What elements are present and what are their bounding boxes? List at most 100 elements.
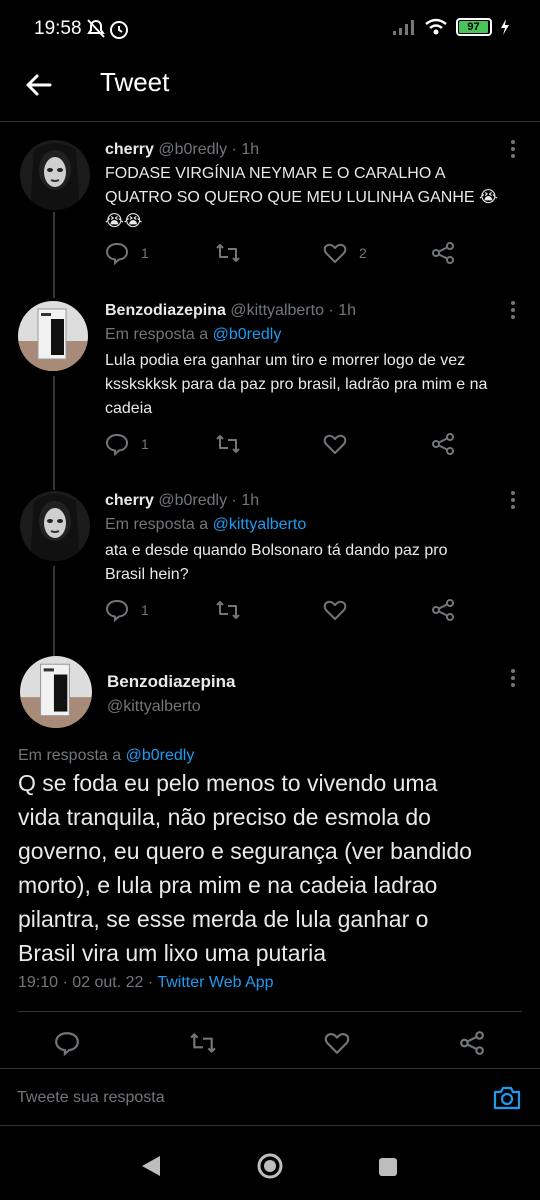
mute-alarm-icon <box>87 19 128 39</box>
tweet-author-handle[interactable]: @kittyalberto <box>230 302 324 319</box>
back-button[interactable] <box>24 70 54 100</box>
retweet-icon <box>216 601 240 619</box>
share-icon <box>432 242 454 264</box>
text-line: Brasil vira um lixo uma putaria <box>18 940 327 966</box>
system-nav-bar <box>0 1126 540 1200</box>
page-title: Tweet <box>100 67 170 97</box>
tweet-source[interactable]: Twitter Web App <box>157 974 273 991</box>
tweet-age: · 1h <box>328 302 356 319</box>
text-line: cadeia <box>105 400 153 417</box>
main-tweet-text: Q se foda eu pelo menos to vivendo uma v… <box>18 766 518 970</box>
reply-context: Em resposta a @kittyalberto <box>105 516 307 533</box>
retweet-icon <box>216 435 240 453</box>
status-right: 97 <box>392 18 510 36</box>
text-line: FODASE VIRGÍNIA NEYMAR E O CARALHO A <box>105 165 446 182</box>
retweet-button[interactable] <box>215 241 241 265</box>
tweet-author-handle[interactable]: @b0redly <box>158 141 227 158</box>
text-line: governo, eu quero e segurança (ver bandi… <box>18 838 472 864</box>
avatar[interactable] <box>20 140 90 210</box>
tweet-age: · 1h <box>231 492 260 509</box>
more-options-icon[interactable] <box>503 668 523 688</box>
retweet-button[interactable] <box>215 432 241 456</box>
text-line: Lula podia era ganhar um tiro e morrer l… <box>105 352 466 369</box>
like-count: 2 <box>359 245 367 261</box>
heart-icon <box>323 600 347 620</box>
like-button[interactable]: 2 <box>323 241 367 265</box>
tweet-timestamp: 19:10 · 02 out. 22 · <box>18 974 154 991</box>
tweet-author-name[interactable]: cherry <box>105 492 154 509</box>
share-button[interactable] <box>431 241 455 265</box>
camera-icon[interactable] <box>492 1085 522 1116</box>
tweet-text: FODASE VIRGÍNIA NEYMAR E O CARALHO A QUA… <box>105 162 515 234</box>
nav-home-button[interactable] <box>256 1152 284 1185</box>
notification-icons <box>86 18 130 45</box>
nav-back-button[interactable] <box>140 1154 162 1183</box>
charging-icon <box>501 19 509 35</box>
more-options-icon[interactable] <box>503 490 523 510</box>
arrow-left-icon <box>26 74 52 96</box>
tweet-actions: 1 <box>105 598 525 628</box>
mention-link[interactable]: @b0redly <box>126 747 195 764</box>
share-button[interactable] <box>459 1030 485 1061</box>
mention-link[interactable]: @kittyalberto <box>213 516 307 533</box>
like-button[interactable] <box>323 598 347 622</box>
text-line: Brasil hein? <box>105 566 189 583</box>
tweet-actions: 1 <box>105 432 525 462</box>
share-icon <box>432 599 454 621</box>
reply-icon <box>105 242 129 265</box>
reply-count: 1 <box>141 245 149 261</box>
tweet-text: Lula podia era ganhar um tiro e morrer l… <box>105 349 515 421</box>
avatar[interactable] <box>18 301 88 371</box>
heart-icon <box>324 1033 350 1054</box>
reply-button[interactable]: 1 <box>105 241 149 265</box>
like-button[interactable] <box>324 1030 350 1061</box>
retweet-icon <box>190 1033 216 1053</box>
heart-icon <box>323 434 347 454</box>
main-author-name[interactable]: Benzodiazepina <box>107 672 235 692</box>
thread-line <box>53 566 55 658</box>
share-button[interactable] <box>431 432 455 456</box>
reply-bar: Tweete sua resposta <box>0 1068 540 1126</box>
signal-icon <box>393 20 414 35</box>
reply-button[interactable]: 1 <box>105 432 149 456</box>
more-options-icon[interactable] <box>503 300 523 320</box>
reply-icon <box>105 433 129 456</box>
reply-input[interactable]: Tweete sua resposta <box>17 1089 165 1107</box>
reply-context: Em resposta a @b0redly <box>18 747 195 764</box>
text-line: 😭😭 <box>105 213 143 230</box>
tweet-text: ata e desde quando Bolsonaro tá dando pa… <box>105 539 515 587</box>
main-actions <box>0 1030 540 1060</box>
text-line: vida tranquila, não preciso de esmola do <box>18 804 431 830</box>
square-recents-icon <box>379 1158 397 1176</box>
triangle-back-icon <box>142 1156 160 1176</box>
avatar[interactable] <box>20 656 92 728</box>
share-icon <box>432 433 454 455</box>
nav-recents-button[interactable] <box>378 1157 398 1182</box>
status-bar: 19:58 97 <box>0 0 540 60</box>
reply-icon <box>105 599 129 622</box>
text-line: ata e desde quando Bolsonaro tá dando pa… <box>105 542 448 559</box>
reply-button[interactable]: 1 <box>105 598 149 622</box>
avatar[interactable] <box>20 491 90 561</box>
mention-link[interactable]: @b0redly <box>213 326 282 343</box>
reply-button[interactable] <box>54 1030 80 1061</box>
tweet-author-handle[interactable]: @b0redly <box>158 492 227 509</box>
text-line: pilantra, se esse merda de lula ganhar o <box>18 906 429 932</box>
thread-line <box>53 376 55 490</box>
share-icon <box>460 1031 484 1055</box>
retweet-button[interactable] <box>215 598 241 622</box>
circle-home-icon <box>257 1153 283 1179</box>
retweet-button[interactable] <box>188 1030 218 1061</box>
like-button[interactable] <box>323 432 347 456</box>
reply-count: 1 <box>141 436 149 452</box>
main-author-handle[interactable]: @kittyalberto <box>107 698 201 716</box>
more-options-icon[interactable] <box>503 139 523 159</box>
text-line: Q se foda eu pelo menos to vivendo uma <box>18 770 438 796</box>
share-button[interactable] <box>431 598 455 622</box>
text-line: QUATRO SO QUERO QUE MEU LULINHA GANHE 😭 <box>105 189 498 206</box>
wifi-icon <box>425 18 447 35</box>
tweet-author-name[interactable]: cherry <box>105 141 154 158</box>
reply-icon <box>55 1032 79 1057</box>
tweet-author-name[interactable]: Benzodiazepina <box>105 302 226 319</box>
tweet-meta: 19:10 · 02 out. 22 · Twitter Web App <box>18 974 274 992</box>
